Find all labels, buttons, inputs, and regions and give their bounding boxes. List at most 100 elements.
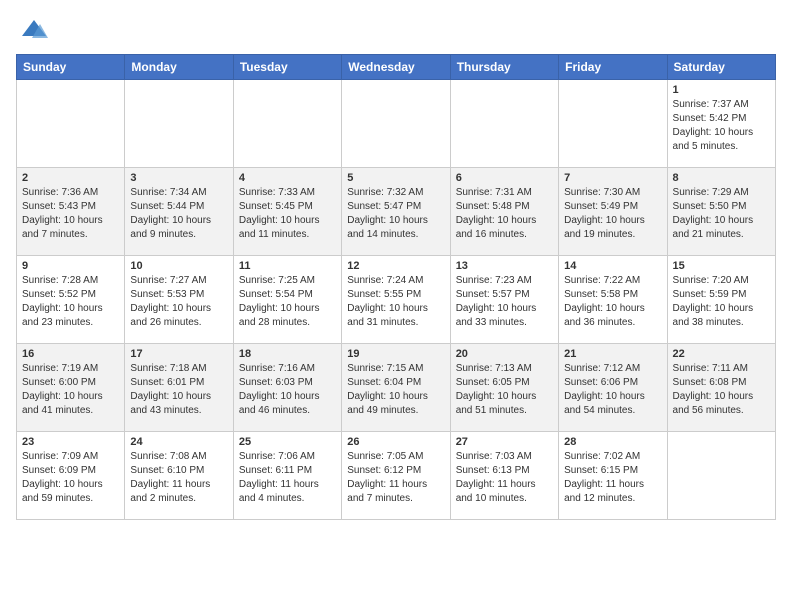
- day-cell: 20 Sunrise: 7:13 AMSunset: 6:05 PMDayligh…: [450, 344, 558, 432]
- day-number: 14: [564, 260, 661, 272]
- day-info: Sunrise: 7:36 AMSunset: 5:43 PMDaylight:…: [22, 186, 119, 242]
- day-info: Sunrise: 7:09 AMSunset: 6:09 PMDaylight:…: [22, 450, 119, 506]
- weekday-thursday: Thursday: [450, 55, 558, 80]
- day-number: 10: [130, 260, 227, 272]
- day-info: Sunrise: 7:30 AMSunset: 5:49 PMDaylight:…: [564, 186, 661, 242]
- day-cell: 6 Sunrise: 7:31 AMSunset: 5:48 PMDaylight…: [450, 168, 558, 256]
- day-number: 21: [564, 348, 661, 360]
- weekday-saturday: Saturday: [667, 55, 775, 80]
- day-info: Sunrise: 7:08 AMSunset: 6:10 PMDaylight:…: [130, 450, 227, 506]
- weekday-header-row: SundayMondayTuesdayWednesdayThursdayFrid…: [17, 55, 776, 80]
- day-cell: 19 Sunrise: 7:15 AMSunset: 6:04 PMDayligh…: [342, 344, 450, 432]
- day-number: 26: [347, 436, 444, 448]
- day-cell: 10 Sunrise: 7:27 AMSunset: 5:53 PMDayligh…: [125, 256, 233, 344]
- day-info: Sunrise: 7:19 AMSunset: 6:00 PMDaylight:…: [22, 362, 119, 418]
- day-info: Sunrise: 7:03 AMSunset: 6:13 PMDaylight:…: [456, 450, 553, 506]
- day-number: 13: [456, 260, 553, 272]
- week-row-2: 9 Sunrise: 7:28 AMSunset: 5:52 PMDaylight…: [17, 256, 776, 344]
- day-number: 28: [564, 436, 661, 448]
- day-number: 11: [239, 260, 336, 272]
- day-info: Sunrise: 7:13 AMSunset: 6:05 PMDaylight:…: [456, 362, 553, 418]
- week-row-1: 2 Sunrise: 7:36 AMSunset: 5:43 PMDaylight…: [17, 168, 776, 256]
- day-number: 3: [130, 172, 227, 184]
- day-info: Sunrise: 7:12 AMSunset: 6:06 PMDaylight:…: [564, 362, 661, 418]
- day-number: 5: [347, 172, 444, 184]
- day-cell: [233, 80, 341, 168]
- day-cell: 9 Sunrise: 7:28 AMSunset: 5:52 PMDaylight…: [17, 256, 125, 344]
- week-row-0: 1 Sunrise: 7:37 AMSunset: 5:42 PMDaylight…: [17, 80, 776, 168]
- day-info: Sunrise: 7:15 AMSunset: 6:04 PMDaylight:…: [347, 362, 444, 418]
- day-cell: [17, 80, 125, 168]
- day-cell: 11 Sunrise: 7:25 AMSunset: 5:54 PMDayligh…: [233, 256, 341, 344]
- day-info: Sunrise: 7:37 AMSunset: 5:42 PMDaylight:…: [673, 98, 770, 154]
- day-number: 15: [673, 260, 770, 272]
- day-info: Sunrise: 7:23 AMSunset: 5:57 PMDaylight:…: [456, 274, 553, 330]
- weekday-sunday: Sunday: [17, 55, 125, 80]
- day-number: 2: [22, 172, 119, 184]
- day-info: Sunrise: 7:20 AMSunset: 5:59 PMDaylight:…: [673, 274, 770, 330]
- weekday-tuesday: Tuesday: [233, 55, 341, 80]
- day-cell: [667, 432, 775, 520]
- week-row-4: 23 Sunrise: 7:09 AMSunset: 6:09 PMDayligh…: [17, 432, 776, 520]
- day-cell: 25 Sunrise: 7:06 AMSunset: 6:11 PMDayligh…: [233, 432, 341, 520]
- day-info: Sunrise: 7:24 AMSunset: 5:55 PMDaylight:…: [347, 274, 444, 330]
- day-info: Sunrise: 7:06 AMSunset: 6:11 PMDaylight:…: [239, 450, 336, 506]
- day-info: Sunrise: 7:18 AMSunset: 6:01 PMDaylight:…: [130, 362, 227, 418]
- day-cell: 8 Sunrise: 7:29 AMSunset: 5:50 PMDaylight…: [667, 168, 775, 256]
- day-cell: 2 Sunrise: 7:36 AMSunset: 5:43 PMDaylight…: [17, 168, 125, 256]
- weekday-friday: Friday: [559, 55, 667, 80]
- day-number: 9: [22, 260, 119, 272]
- day-info: Sunrise: 7:31 AMSunset: 5:48 PMDaylight:…: [456, 186, 553, 242]
- day-cell: 13 Sunrise: 7:23 AMSunset: 5:57 PMDayligh…: [450, 256, 558, 344]
- day-cell: 22 Sunrise: 7:11 AMSunset: 6:08 PMDayligh…: [667, 344, 775, 432]
- weekday-monday: Monday: [125, 55, 233, 80]
- day-cell: 5 Sunrise: 7:32 AMSunset: 5:47 PMDaylight…: [342, 168, 450, 256]
- day-cell: 27 Sunrise: 7:03 AMSunset: 6:13 PMDayligh…: [450, 432, 558, 520]
- day-number: 18: [239, 348, 336, 360]
- day-info: Sunrise: 7:22 AMSunset: 5:58 PMDaylight:…: [564, 274, 661, 330]
- day-number: 27: [456, 436, 553, 448]
- day-cell: 12 Sunrise: 7:24 AMSunset: 5:55 PMDayligh…: [342, 256, 450, 344]
- day-cell: 3Sunrise: 7:34 AMSunset: 5:44 PMDaylight…: [125, 168, 233, 256]
- day-number: 12: [347, 260, 444, 272]
- day-cell: 16Sunrise: 7:19 AMSunset: 6:00 PMDayligh…: [17, 344, 125, 432]
- day-number: 17: [130, 348, 227, 360]
- day-cell: [342, 80, 450, 168]
- day-info: Sunrise: 7:32 AMSunset: 5:47 PMDaylight:…: [347, 186, 444, 242]
- day-number: 4: [239, 172, 336, 184]
- logo-icon: [20, 16, 48, 44]
- day-info: Sunrise: 7:02 AMSunset: 6:15 PMDaylight:…: [564, 450, 661, 506]
- day-number: 22: [673, 348, 770, 360]
- day-info: Sunrise: 7:05 AMSunset: 6:12 PMDaylight:…: [347, 450, 444, 506]
- day-cell: 7Sunrise: 7:30 AMSunset: 5:49 PMDaylight…: [559, 168, 667, 256]
- day-cell: 15 Sunrise: 7:20 AMSunset: 5:59 PMDayligh…: [667, 256, 775, 344]
- day-cell: 21 Sunrise: 7:12 AMSunset: 6:06 PMDayligh…: [559, 344, 667, 432]
- day-info: Sunrise: 7:28 AMSunset: 5:52 PMDaylight:…: [22, 274, 119, 330]
- day-cell: [125, 80, 233, 168]
- page: SundayMondayTuesdayWednesdayThursdayFrid…: [0, 0, 792, 536]
- logo: [16, 16, 48, 44]
- day-info: Sunrise: 7:25 AMSunset: 5:54 PMDaylight:…: [239, 274, 336, 330]
- day-number: 6: [456, 172, 553, 184]
- weekday-wednesday: Wednesday: [342, 55, 450, 80]
- day-cell: [559, 80, 667, 168]
- day-cell: 1 Sunrise: 7:37 AMSunset: 5:42 PMDaylight…: [667, 80, 775, 168]
- day-info: Sunrise: 7:29 AMSunset: 5:50 PMDaylight:…: [673, 186, 770, 242]
- day-number: 25: [239, 436, 336, 448]
- day-number: 23: [22, 436, 119, 448]
- day-cell: 14 Sunrise: 7:22 AMSunset: 5:58 PMDayligh…: [559, 256, 667, 344]
- day-cell: 4 Sunrise: 7:33 AMSunset: 5:45 PMDaylight…: [233, 168, 341, 256]
- day-number: 20: [456, 348, 553, 360]
- day-cell: 24 Sunrise: 7:08 AMSunset: 6:10 PMDayligh…: [125, 432, 233, 520]
- day-number: 19: [347, 348, 444, 360]
- day-number: 1: [673, 84, 770, 96]
- header: [16, 16, 776, 44]
- day-info: Sunrise: 7:11 AMSunset: 6:08 PMDaylight:…: [673, 362, 770, 418]
- day-cell: [450, 80, 558, 168]
- day-info: Sunrise: 7:33 AMSunset: 5:45 PMDaylight:…: [239, 186, 336, 242]
- day-cell: 23 Sunrise: 7:09 AMSunset: 6:09 PMDayligh…: [17, 432, 125, 520]
- day-number: 24: [130, 436, 227, 448]
- day-info: Sunrise: 7:27 AMSunset: 5:53 PMDaylight:…: [130, 274, 227, 330]
- day-info: Sunrise: 7:16 AMSunset: 6:03 PMDaylight:…: [239, 362, 336, 418]
- day-number: 8: [673, 172, 770, 184]
